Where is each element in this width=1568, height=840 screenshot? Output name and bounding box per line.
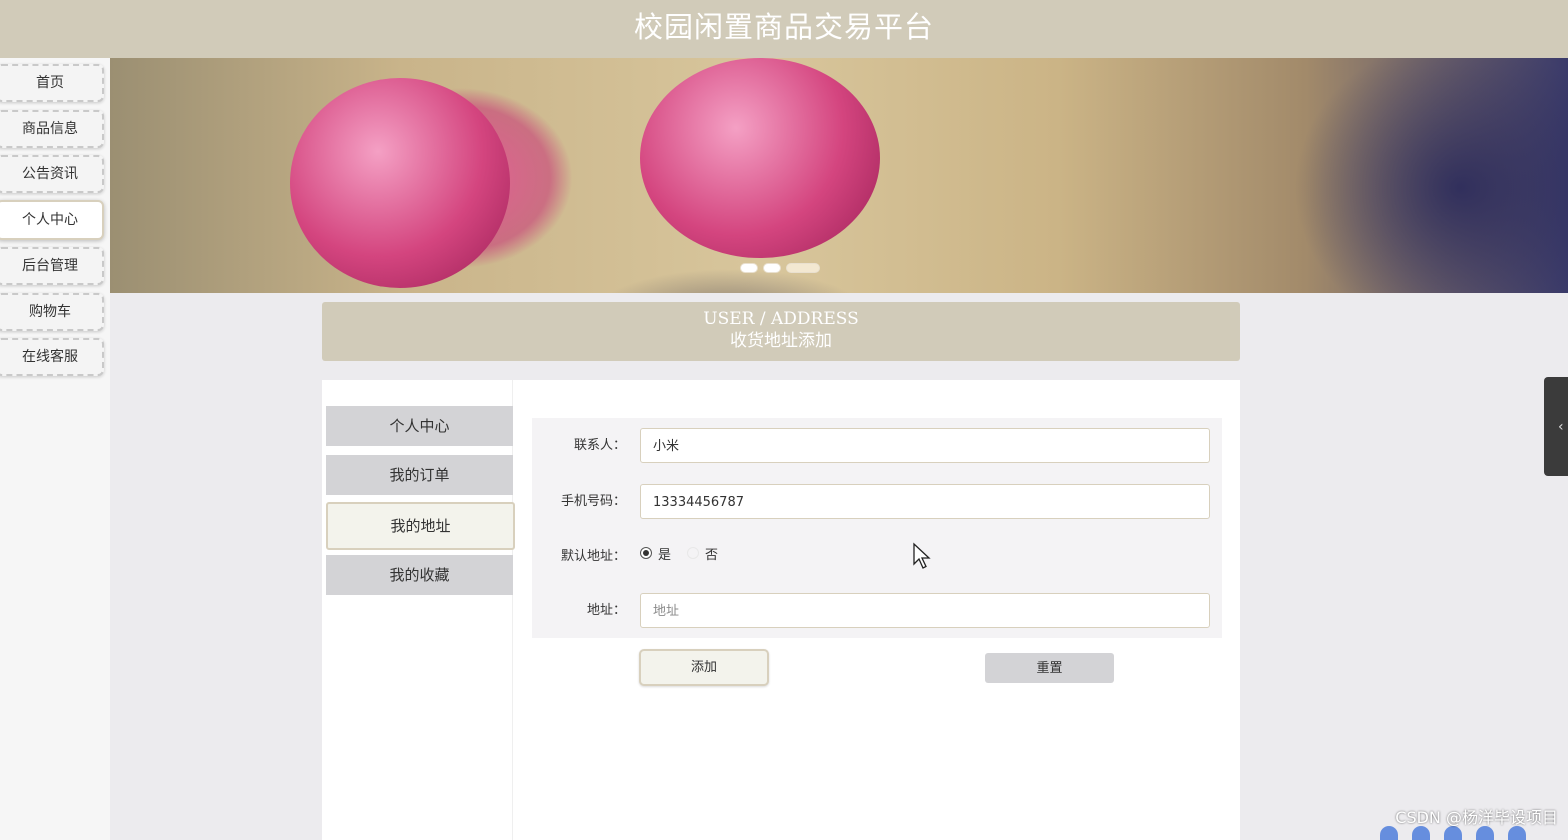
phone-input[interactable]: 13334456787	[640, 484, 1210, 519]
left-nav: 首页 商品信息 公告资讯 个人中心 后台管理 购物车 在线客服	[0, 58, 110, 840]
menu-my-orders[interactable]: 我的订单	[326, 455, 513, 495]
contact-input[interactable]: 小米	[640, 428, 1210, 463]
carousel-dot-3[interactable]	[786, 263, 820, 273]
contact-label: 联系人：	[573, 438, 626, 453]
menu-my-favorites[interactable]: 我的收藏	[326, 555, 513, 595]
nav-announcements[interactable]: 公告资讯	[0, 155, 104, 193]
address-label: 地址：	[586, 603, 626, 618]
carousel-dot-1[interactable]	[740, 263, 758, 273]
nav-customer-service[interactable]: 在线客服	[0, 338, 104, 376]
user-side-menu: 个人中心 我的订单 我的地址 我的收藏	[322, 380, 515, 840]
rose-image-left	[290, 78, 510, 288]
nav-admin[interactable]: 后台管理	[0, 247, 104, 285]
site-title: 校园闲置商品交易平台	[633, 10, 934, 44]
carousel-dots	[740, 263, 820, 273]
toolbar-icon-1[interactable]	[1380, 826, 1398, 840]
default-address-radio-group: 是 否	[640, 544, 734, 563]
nav-home[interactable]: 首页	[0, 64, 104, 102]
mouse-cursor-icon	[913, 542, 931, 569]
toolbar-icon-5[interactable]	[1508, 826, 1526, 840]
toolbar-icon-4[interactable]	[1476, 826, 1494, 840]
radio-no-label: 否	[705, 547, 719, 563]
reset-button[interactable]: 重置	[985, 653, 1114, 683]
default-address-label: 默认地址：	[560, 549, 626, 564]
radio-yes[interactable]	[640, 547, 652, 559]
watermark: CSDN @杨洋毕设项目	[1395, 808, 1558, 827]
banner-carousel[interactable]	[110, 58, 1568, 293]
content-panel: 个人中心 我的订单 我的地址 我的收藏 联系人： 小米 手机号码： 133344…	[322, 380, 1240, 840]
address-input[interactable]: 地址	[640, 593, 1210, 628]
radio-yes-label: 是	[658, 547, 672, 563]
nav-products[interactable]: 商品信息	[0, 110, 104, 148]
nav-cart[interactable]: 购物车	[0, 293, 104, 331]
site-header: 校园闲置商品交易平台	[0, 0, 1568, 58]
add-button[interactable]: 添加	[639, 649, 769, 686]
section-title-en: USER / ADDRESS	[703, 309, 859, 329]
chevron-left-icon: ‹	[1558, 419, 1564, 435]
menu-my-address[interactable]: 我的地址	[326, 502, 515, 550]
toolbar-icon-3[interactable]	[1444, 826, 1462, 840]
section-title-cn: 收货地址添加	[730, 331, 832, 351]
rose-image-right	[640, 58, 880, 258]
phone-label: 手机号码：	[560, 494, 626, 509]
address-form: 联系人： 小米 手机号码： 13334456787 默认地址： 是 否 地址： …	[532, 418, 1222, 638]
menu-personal-center[interactable]: 个人中心	[326, 406, 513, 446]
side-drawer-tab[interactable]: ‹	[1544, 377, 1568, 476]
nav-personal-center[interactable]: 个人中心	[0, 200, 104, 240]
radio-no[interactable]	[687, 547, 700, 559]
section-title: USER / ADDRESS 收货地址添加	[322, 302, 1240, 361]
carousel-dot-2[interactable]	[763, 263, 781, 273]
bottom-toolbar	[1380, 826, 1526, 840]
toolbar-icon-2[interactable]	[1412, 826, 1430, 840]
